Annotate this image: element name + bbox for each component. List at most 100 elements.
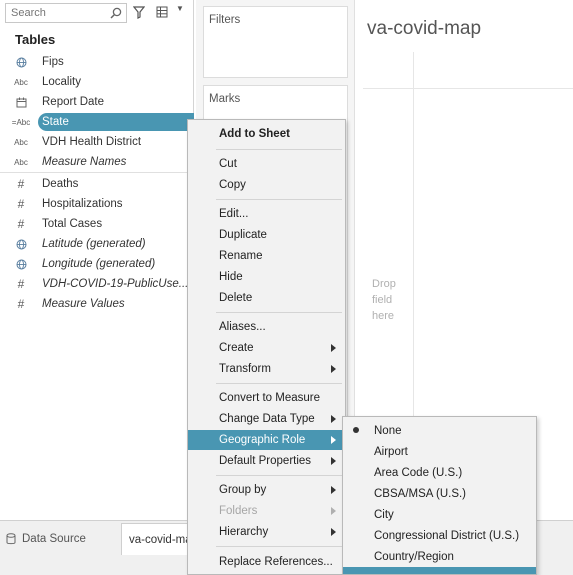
menu-item-hierarchy[interactable]: Hierarchy (188, 522, 345, 542)
field-label: VDH-COVID-19-PublicUse... (42, 278, 189, 290)
chevron-right-icon (331, 365, 336, 373)
field-report-date[interactable]: Report Date (0, 92, 194, 112)
submenu-item-city[interactable]: City (343, 504, 536, 525)
filter-icon[interactable] (133, 6, 145, 19)
menu-item-transform[interactable]: Transform (188, 359, 345, 379)
submenu-item-cbsa-msa[interactable]: CBSA/MSA (U.S.) (343, 483, 536, 504)
menu-item-create[interactable]: Create (188, 338, 345, 358)
menu-item-duplicate[interactable]: Duplicate (188, 225, 345, 245)
submenu-item-label: City (374, 508, 394, 521)
menu-item-edit[interactable]: Edit... (188, 204, 345, 224)
calendar-icon (0, 97, 42, 108)
data-pane: ▼ Tables Fips Abc Locality Report Date =… (0, 0, 194, 520)
submenu-item-highlighted[interactable] (343, 567, 536, 574)
menu-item-label: Rename (219, 250, 263, 262)
chevron-right-icon (331, 415, 336, 423)
field-state[interactable]: =Abc State (0, 112, 194, 132)
menu-item-label: Cut (219, 158, 237, 170)
menu-item-change-data-type[interactable]: Change Data Type (188, 409, 345, 429)
chevron-right-icon (331, 344, 336, 352)
field-label: Total Cases (42, 218, 103, 230)
tab-label: va-covid-map (129, 533, 190, 546)
field-latitude-generated[interactable]: Latitude (generated) (0, 234, 194, 254)
menu-item-label: Folders (219, 505, 258, 517)
menu-item-hide[interactable]: Hide (188, 267, 345, 287)
menu-item-convert-to-measure[interactable]: Convert to Measure (188, 388, 345, 408)
submenu-item-airport[interactable]: Airport (343, 441, 536, 462)
tables-heading: Tables (15, 32, 56, 47)
globe-icon (0, 259, 42, 270)
string-type-icon: =Abc (11, 117, 31, 127)
submenu-item-area-code[interactable]: Area Code (U.S.) (343, 462, 536, 483)
menu-item-folders: Folders (188, 501, 345, 521)
number-type-icon: # (17, 277, 25, 291)
string-type-icon: Abc (14, 157, 28, 167)
menu-item-label: Geographic Role (219, 434, 306, 446)
field-measure-values[interactable]: # Measure Values (0, 294, 194, 314)
submenu-item-none[interactable]: None (343, 420, 536, 441)
database-icon (0, 533, 22, 545)
submenu-item-congressional-district[interactable]: Congressional District (U.S.) (343, 525, 536, 546)
field-label: Longitude (generated) (42, 258, 156, 270)
menu-item-delete[interactable]: Delete (188, 288, 345, 308)
menu-item-label: Add to Sheet (219, 128, 290, 140)
menu-item-label: Duplicate (219, 229, 267, 241)
menu-item-label: Group by (219, 484, 267, 496)
menu-item-copy[interactable]: Copy (188, 175, 345, 195)
drop-field-hint[interactable]: Drop field here (372, 276, 412, 324)
filters-shelf[interactable]: Filters (203, 6, 348, 78)
menu-item-replace-references[interactable]: Replace References... (188, 552, 345, 572)
number-type-icon: # (17, 297, 25, 311)
chevron-right-icon (331, 436, 336, 444)
menu-item-group-by[interactable]: Group by (188, 480, 345, 500)
globe-icon (0, 239, 42, 250)
submenu-item-label: Area Code (U.S.) (374, 466, 463, 479)
menu-item-cut[interactable]: Cut (188, 154, 345, 174)
menu-item-default-properties[interactable]: Default Properties (188, 451, 345, 471)
menu-item-geographic-role[interactable]: Geographic Role (188, 430, 345, 450)
field-total-cases[interactable]: # Total Cases (0, 214, 194, 234)
submenu-item-label: Airport (374, 445, 408, 458)
menu-item-rename[interactable]: Rename (188, 246, 345, 266)
tab-sheet[interactable]: va-covid-map (121, 523, 191, 555)
menu-item-label: Replace References... (219, 556, 333, 568)
field-label: Deaths (42, 178, 79, 190)
field-deaths[interactable]: # Deaths (0, 174, 194, 194)
field-vdh-health-district[interactable]: Abc VDH Health District (0, 132, 194, 152)
field-label: Latitude (generated) (42, 238, 146, 250)
field-longitude-generated[interactable]: Longitude (generated) (0, 254, 194, 274)
field-search-input[interactable] (6, 4, 106, 22)
field-hospitalizations[interactable]: # Hospitalizations (0, 194, 194, 214)
menu-separator (216, 475, 342, 476)
chevron-right-icon (331, 528, 336, 536)
marks-title: Marks (209, 93, 241, 105)
field-locality[interactable]: Abc Locality (0, 72, 194, 92)
field-vdh-covid-count[interactable]: # VDH-COVID-19-PublicUse... (0, 274, 194, 294)
field-label: Fips (42, 56, 64, 68)
search-icon[interactable] (110, 7, 122, 19)
view-toggle-icon[interactable] (156, 6, 168, 18)
menu-item-aliases[interactable]: Aliases... (188, 317, 345, 337)
menu-separator (216, 149, 342, 150)
menu-item-add-to-sheet[interactable]: Add to Sheet (188, 124, 345, 144)
submenu-item-label: Country/Region (374, 550, 454, 563)
field-fips[interactable]: Fips (0, 52, 194, 72)
field-measure-names[interactable]: Abc Measure Names (0, 152, 194, 172)
number-type-icon: # (17, 177, 25, 191)
submenu-item-country-region[interactable]: Country/Region (343, 546, 536, 567)
field-label: Measure Names (42, 156, 127, 168)
field-search-box[interactable] (5, 3, 127, 23)
submenu-item-label: CBSA/MSA (U.S.) (374, 487, 467, 500)
menu-item-label: Convert to Measure (219, 392, 320, 404)
chevron-down-icon[interactable]: ▼ (176, 4, 184, 13)
field-label: VDH Health District (42, 136, 142, 148)
menu-item-label: Edit... (219, 208, 249, 220)
menu-item-label: Copy (219, 179, 246, 191)
menu-separator (216, 312, 342, 313)
menu-separator (216, 383, 342, 384)
tab-data-source[interactable]: Data Source (0, 527, 118, 551)
field-label: Locality (42, 76, 81, 88)
filters-title: Filters (209, 14, 241, 26)
menu-separator (216, 199, 342, 200)
submenu-item-label: None (374, 424, 402, 437)
